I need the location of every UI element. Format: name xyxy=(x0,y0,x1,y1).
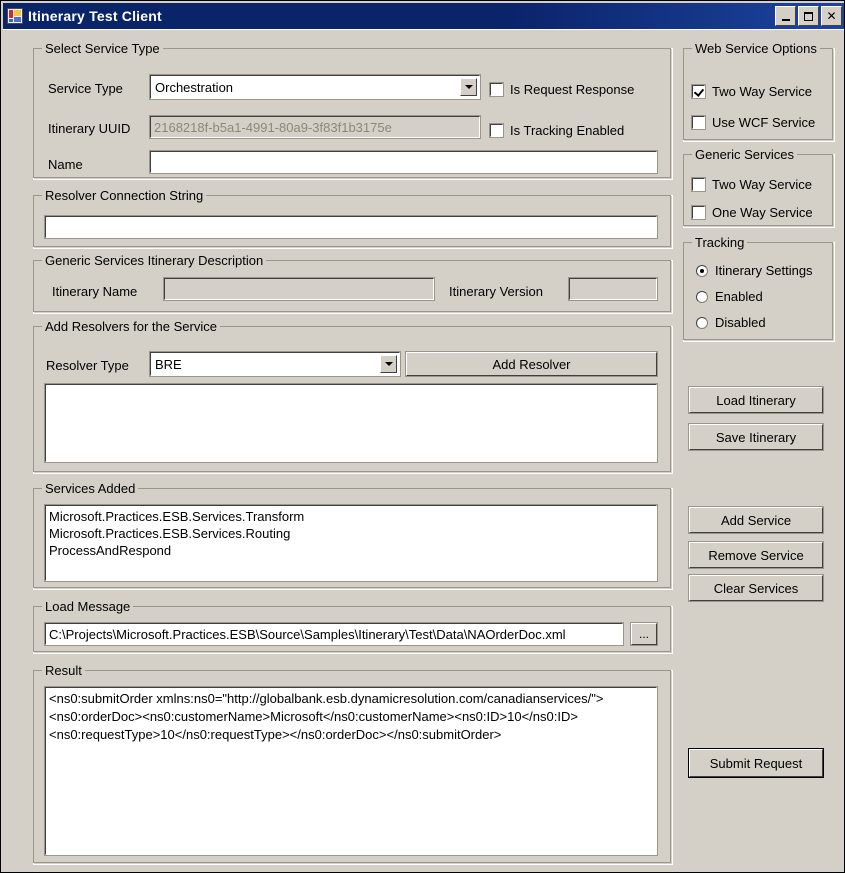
generic-services-legend: Generic Services xyxy=(692,147,797,162)
title-bar[interactable]: Itinerary Test Client ✕ xyxy=(3,3,844,29)
tracking-option-itinerary-settings[interactable]: Itinerary Settings xyxy=(696,263,813,278)
web-service-options-group: Web Service Options Two Way Service Use … xyxy=(683,41,835,142)
client-area: Select Service Type Service Type Orchest… xyxy=(3,29,844,872)
select-service-type-group: Select Service Type Service Type Orchest… xyxy=(33,41,673,180)
is-tracking-enabled-label: Is Tracking Enabled xyxy=(510,123,625,138)
window-controls: ✕ xyxy=(775,6,842,26)
result-group: Result <ns0:submitOrder xmlns:ns0="http:… xyxy=(33,663,673,865)
generic-one-way-service-checkbox[interactable]: One Way Service xyxy=(691,205,813,220)
checkbox-box xyxy=(691,115,706,130)
select-service-type-legend: Select Service Type xyxy=(42,41,163,56)
result-line[interactable]: <ns0:orderDoc><ns0:customerName>Microsof… xyxy=(49,708,653,726)
itinerary-uuid-field: 2168218f-b5a1-4991-80a9-3f83f1b3175e xyxy=(149,115,481,139)
resolver-type-value: BRE xyxy=(155,356,182,372)
service-type-label: Service Type xyxy=(48,81,123,96)
tracking-option-label: Disabled xyxy=(715,315,766,330)
checkbox-box xyxy=(691,205,706,220)
result-line[interactable]: <ns0:requestType>10</ns0:requestType></n… xyxy=(49,726,653,744)
services-added-legend: Services Added xyxy=(42,481,139,496)
resolver-list[interactable] xyxy=(44,383,658,463)
itinerary-name-field xyxy=(163,277,435,301)
list-item[interactable]: ProcessAndRespond xyxy=(49,542,653,559)
tracking-group: Tracking Itinerary Settings Enabled Disa… xyxy=(683,235,835,342)
add-resolver-button[interactable]: Add Resolver xyxy=(405,351,658,377)
is-request-response-checkbox[interactable]: Is Request Response xyxy=(489,82,635,97)
checkbox-box xyxy=(691,177,706,192)
name-label: Name xyxy=(48,157,83,172)
services-added-list[interactable]: Microsoft.Practices.ESB.Services.Transfo… xyxy=(44,504,658,582)
tracking-option-enabled[interactable]: Enabled xyxy=(696,289,763,304)
service-type-combo[interactable]: Orchestration xyxy=(149,74,481,100)
checkbox-box xyxy=(489,123,504,138)
name-field[interactable] xyxy=(149,150,658,174)
close-icon: ✕ xyxy=(826,9,837,23)
web-two-way-service-label: Two Way Service xyxy=(712,84,812,99)
itinerary-name-label: Itinerary Name xyxy=(52,284,138,299)
submit-request-button[interactable]: Submit Request xyxy=(688,748,824,778)
resolver-connection-string-legend: Resolver Connection String xyxy=(42,188,207,203)
form-icon xyxy=(7,8,23,24)
list-item[interactable]: Microsoft.Practices.ESB.Services.Transfo… xyxy=(49,508,653,525)
window-title: Itinerary Test Client xyxy=(28,8,162,24)
resolver-type-combo[interactable]: BRE xyxy=(149,351,401,377)
load-message-group: Load Message C:\Projects\Microsoft.Pract… xyxy=(33,599,673,654)
tracking-option-label: Itinerary Settings xyxy=(715,263,813,278)
list-item[interactable]: Microsoft.Practices.ESB.Services.Routing xyxy=(49,525,653,542)
clear-services-button[interactable]: Clear Services xyxy=(688,574,824,602)
add-service-button[interactable]: Add Service xyxy=(688,506,824,534)
web-two-way-service-checkbox[interactable]: Two Way Service xyxy=(691,84,812,99)
tracking-legend: Tracking xyxy=(692,235,748,250)
use-wcf-service-label: Use WCF Service xyxy=(712,115,816,130)
radio-circle xyxy=(696,290,708,303)
services-added-group: Services Added Microsoft.Practices.ESB.S… xyxy=(33,481,673,590)
generic-services-itinerary-description-legend: Generic Services Itinerary Description xyxy=(42,253,267,268)
is-request-response-label: Is Request Response xyxy=(510,82,635,97)
is-tracking-enabled-checkbox[interactable]: Is Tracking Enabled xyxy=(489,123,625,138)
tracking-option-label: Enabled xyxy=(715,289,763,304)
chevron-down-icon[interactable] xyxy=(380,355,397,373)
add-resolvers-group: Add Resolvers for the Service Resolver T… xyxy=(33,319,673,474)
maximize-button[interactable] xyxy=(798,6,819,26)
load-message-path-field[interactable]: C:\Projects\Microsoft.Practices.ESB\Sour… xyxy=(44,622,624,646)
generic-services-itinerary-description-group: Generic Services Itinerary Description I… xyxy=(33,253,673,314)
remove-service-button[interactable]: Remove Service xyxy=(688,541,824,569)
checkbox-box xyxy=(691,84,706,99)
generic-two-way-service-checkbox[interactable]: Two Way Service xyxy=(691,177,812,192)
itinerary-test-client-window: Itinerary Test Client ✕ Select Service T… xyxy=(0,0,845,873)
result-line[interactable]: <ns0:submitOrder xmlns:ns0="http://globa… xyxy=(49,690,653,708)
resolver-type-label: Resolver Type xyxy=(46,358,129,373)
generic-services-group: Generic Services Two Way Service One Way… xyxy=(683,147,835,228)
minimize-button[interactable] xyxy=(775,6,796,26)
browse-button[interactable]: ... xyxy=(630,622,658,646)
generic-two-way-service-label: Two Way Service xyxy=(712,177,812,192)
checkbox-box xyxy=(489,82,504,97)
web-service-options-legend: Web Service Options xyxy=(692,41,820,56)
add-resolvers-legend: Add Resolvers for the Service xyxy=(42,319,220,334)
generic-one-way-service-label: One Way Service xyxy=(712,205,813,220)
itinerary-uuid-label: Itinerary UUID xyxy=(48,121,131,136)
chevron-down-icon[interactable] xyxy=(460,78,477,96)
resolver-connection-string-field[interactable] xyxy=(44,215,658,239)
result-legend: Result xyxy=(42,663,85,678)
close-button[interactable]: ✕ xyxy=(821,6,842,26)
itinerary-version-field xyxy=(568,277,658,301)
itinerary-version-label: Itinerary Version xyxy=(449,284,543,299)
result-textarea[interactable]: <ns0:submitOrder xmlns:ns0="http://globa… xyxy=(44,686,658,856)
load-itinerary-button[interactable]: Load Itinerary xyxy=(688,386,824,414)
save-itinerary-button[interactable]: Save Itinerary xyxy=(688,423,824,451)
radio-circle xyxy=(696,264,708,277)
load-message-legend: Load Message xyxy=(42,599,134,614)
radio-circle xyxy=(696,316,708,329)
use-wcf-service-checkbox[interactable]: Use WCF Service xyxy=(691,115,816,130)
tracking-option-disabled[interactable]: Disabled xyxy=(696,315,766,330)
service-type-value: Orchestration xyxy=(155,79,234,95)
resolver-connection-string-group: Resolver Connection String xyxy=(33,188,673,249)
